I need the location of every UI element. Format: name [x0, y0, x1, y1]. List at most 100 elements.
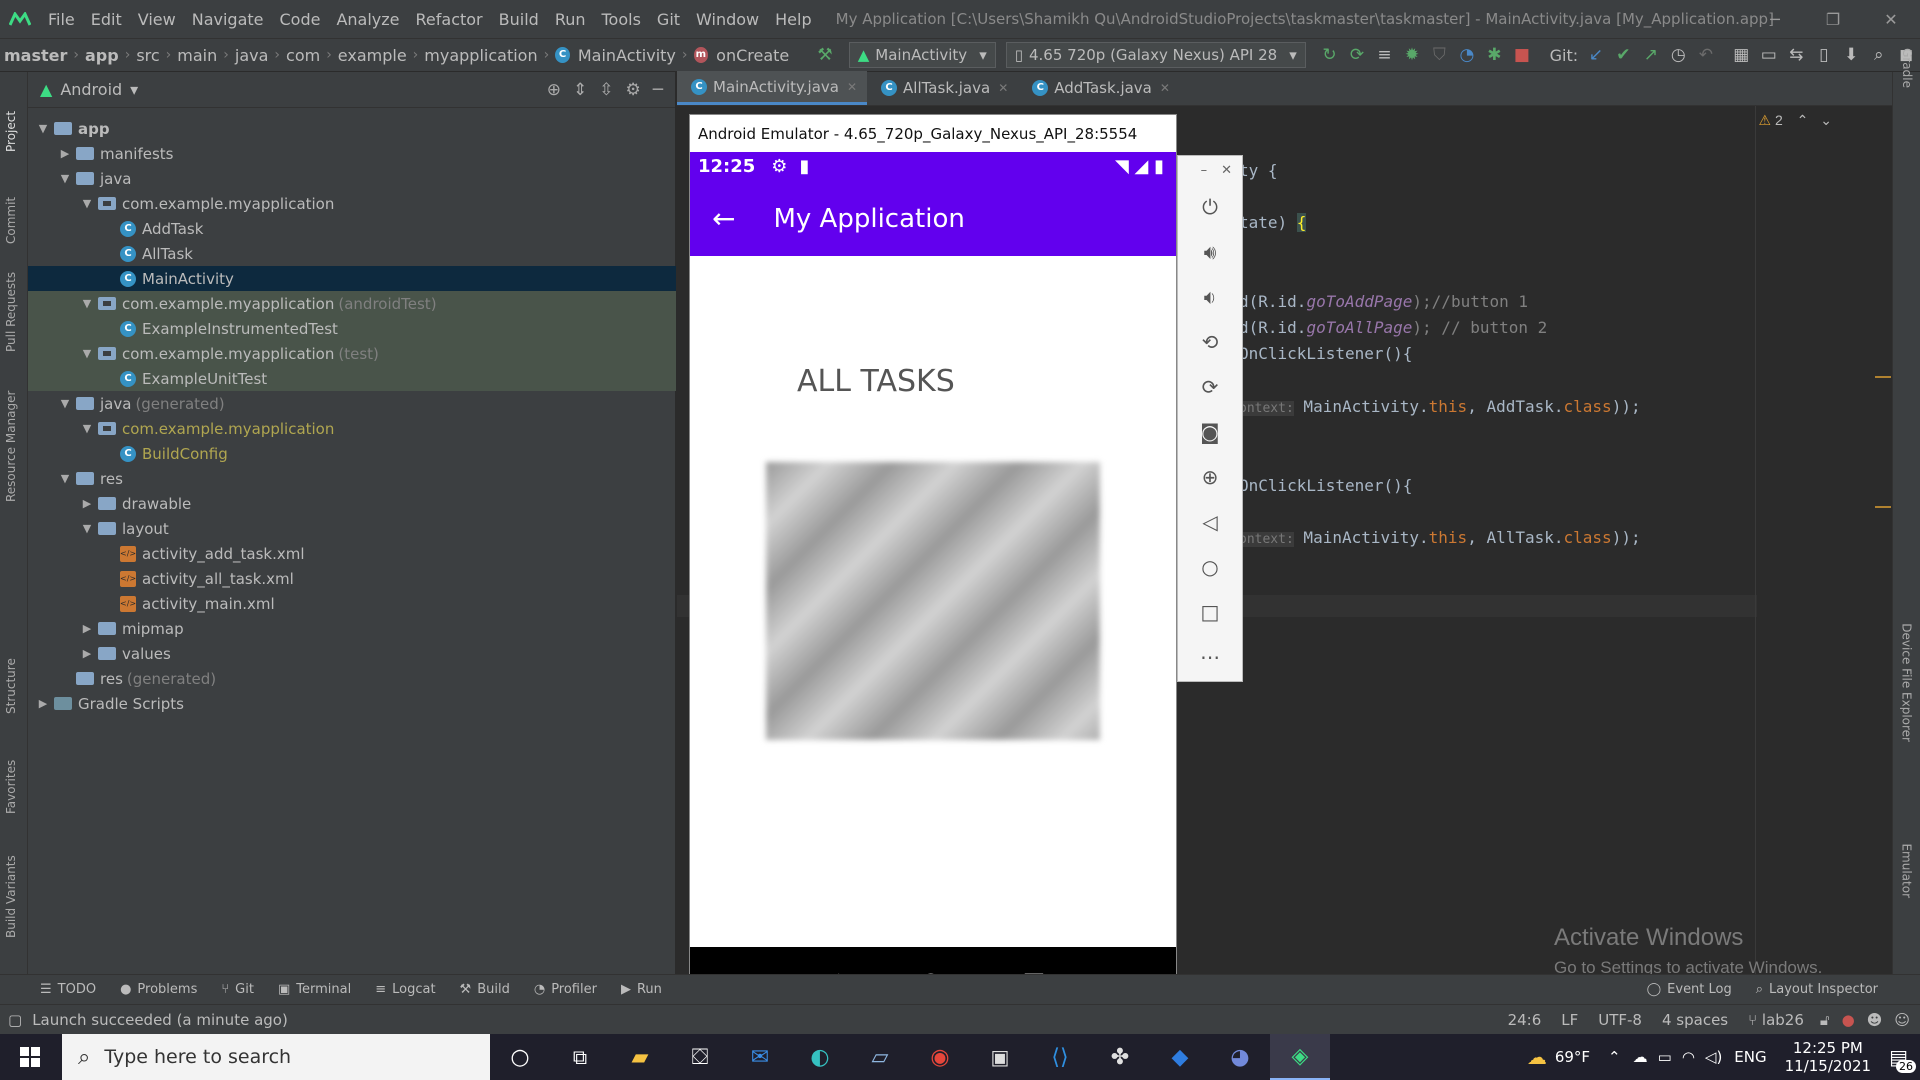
tree-item[interactable]: C ExampleInstrumentedTest — [28, 316, 676, 341]
tree-item[interactable]: ▼ com.example.myapplication (androidTest) — [28, 291, 676, 316]
debug-icon[interactable]: ✹ — [1398, 40, 1425, 70]
lock-icon[interactable]: 🔓︎ — [1814, 1011, 1836, 1029]
tree-item[interactable]: res (generated) — [28, 666, 676, 691]
breadcrumb-master[interactable]: master — [0, 46, 71, 65]
tool-event-log[interactable]: ◯ Event Log — [1635, 982, 1744, 997]
avd-manager-icon[interactable]: ▭ — [1755, 40, 1782, 70]
tree-item[interactable]: ▶ drawable — [28, 491, 676, 516]
restore-icon[interactable]: ❐ — [1804, 0, 1862, 38]
home-icon[interactable]: ○ — [1178, 544, 1242, 589]
onedrive-icon[interactable]: ☁ — [1633, 1048, 1648, 1066]
breadcrumb-main[interactable]: main — [173, 46, 221, 65]
tree-item[interactable]: ▶ values — [28, 641, 676, 666]
tree-item[interactable]: ▼ com.example.myapplication — [28, 416, 676, 441]
cortana-icon[interactable]: ○ — [490, 1034, 550, 1080]
tree-item[interactable]: C AllTask — [28, 241, 676, 266]
vscode-icon[interactable]: ⟨⟩ — [1030, 1034, 1090, 1080]
git-update-icon[interactable]: ↙ — [1582, 40, 1609, 70]
tool-device-file-explorer[interactable]: Device File Explorer — [1900, 623, 1914, 742]
discord-icon[interactable]: ◕ — [1210, 1034, 1270, 1080]
inspection-icon[interactable]: ☻ — [1861, 1011, 1889, 1029]
tool-todo[interactable]: ☰ TODO — [28, 982, 108, 997]
expand-all-icon[interactable]: ⇕ — [573, 80, 587, 100]
search-icon[interactable]: ⌕ — [1865, 40, 1892, 70]
notification-icon[interactable]: ▤ 26 — [1889, 1045, 1916, 1073]
locate-icon[interactable]: ⊕ — [547, 80, 561, 100]
breadcrumb-mainactivity[interactable]: MainActivity — [574, 46, 680, 65]
tree-item[interactable]: C BuildConfig — [28, 441, 676, 466]
hammer-icon[interactable]: ⚒ — [811, 40, 838, 70]
chevron-down-icon[interactable]: ▼ — [58, 397, 72, 410]
run-config-select[interactable]: ▲ MainActivity ▾ — [848, 42, 996, 68]
tree-item[interactable]: </> activity_main.xml — [28, 591, 676, 616]
menu-help[interactable]: Help — [767, 10, 819, 29]
menu-tools[interactable]: Tools — [594, 10, 649, 29]
notepad-icon[interactable]: ▱ — [850, 1034, 910, 1080]
zoom-icon[interactable]: ⊕ — [1178, 454, 1242, 499]
tree-item[interactable]: ▼ java (generated) — [28, 391, 676, 416]
tree-item[interactable]: ▼ app — [28, 116, 676, 141]
breadcrumb-example[interactable]: example — [334, 46, 411, 65]
stop-icon[interactable]: ■ — [1508, 40, 1535, 70]
error-icon[interactable]: ● — [1836, 1011, 1861, 1029]
tool-terminal[interactable]: ▣ Terminal — [266, 982, 363, 997]
warnings-indicator[interactable]: ⚠ 2 ⌃ ⌄ — [1759, 112, 1833, 129]
apply-changes-icon[interactable]: ↻ — [1316, 40, 1343, 70]
menu-code[interactable]: Code — [272, 10, 329, 29]
tree-item[interactable]: ▶ Gradle Scripts — [28, 691, 676, 716]
word-icon[interactable]: ◆ — [1150, 1034, 1210, 1080]
breadcrumb-src[interactable]: src — [132, 46, 163, 65]
caret-position[interactable]: 24:6 — [1498, 1011, 1552, 1029]
weather-icon[interactable]: ☁ — [1527, 1045, 1547, 1069]
tool-problems[interactable]: ● Problems — [108, 982, 209, 997]
profile-icon[interactable]: ◔ — [1453, 40, 1480, 70]
tree-item[interactable]: ▼ layout — [28, 516, 676, 541]
back-arrow-icon[interactable]: ← — [712, 202, 735, 235]
file-encoding[interactable]: UTF-8 — [1588, 1011, 1652, 1029]
breadcrumb-java[interactable]: java — [231, 46, 273, 65]
status-toggle-icon[interactable]: ▢ — [8, 1011, 22, 1029]
tool-commit[interactable]: Commit — [4, 197, 18, 244]
file-explorer-icon[interactable]: ▰ — [610, 1034, 670, 1080]
chevron-right-icon[interactable]: ▶ — [80, 622, 94, 635]
hide-icon[interactable]: ─ — [653, 80, 663, 100]
menu-window[interactable]: Window — [688, 10, 767, 29]
chevron-right-icon[interactable]: ▶ — [58, 147, 72, 160]
chevron-down-icon[interactable]: ▼ — [80, 422, 94, 435]
coverage-icon[interactable]: ⛉ — [1426, 40, 1453, 70]
chevron-down-icon[interactable]: ▾ — [130, 80, 138, 99]
tab-alltask[interactable]: C AllTask.java ✕ — [867, 71, 1018, 105]
menu-analyze[interactable]: Analyze — [328, 10, 407, 29]
tool-gradle[interactable]: Gradle — [1900, 48, 1914, 88]
rotate-left-icon[interactable]: ⟲ — [1178, 319, 1242, 364]
tool-emulator[interactable]: Emulator — [1900, 843, 1914, 898]
task-view-icon[interactable]: ⧉ — [550, 1034, 610, 1080]
feedback-icon[interactable]: ☺ — [1888, 1011, 1920, 1029]
tool-run[interactable]: ▶ Run — [609, 982, 674, 997]
tool-git[interactable]: ⑂ Git — [209, 982, 266, 997]
chevron-up-icon[interactable]: ⌃ — [1797, 112, 1809, 128]
tree-item[interactable]: </> activity_add_task.xml — [28, 541, 676, 566]
gear-icon[interactable]: ⚙ — [626, 80, 641, 100]
close-tab-icon[interactable]: ✕ — [1160, 81, 1170, 95]
indent-setting[interactable]: 4 spaces — [1652, 1011, 1738, 1029]
sync-icon[interactable]: ≡ — [1371, 40, 1398, 70]
chevron-down-icon[interactable]: ▼ — [36, 122, 50, 135]
tab-mainactivity[interactable]: C MainActivity.java ✕ — [677, 71, 868, 105]
project-structure-icon[interactable]: ▦ — [1728, 40, 1755, 70]
emulator-close-icon[interactable]: ✕ — [1221, 163, 1232, 178]
apply-code-changes-icon[interactable]: ⟳ — [1343, 40, 1370, 70]
line-separator[interactable]: LF — [1551, 1011, 1588, 1029]
chevron-down-icon[interactable]: ⌄ — [1820, 112, 1832, 128]
close-icon[interactable]: ✕ — [1862, 0, 1920, 38]
tree-item[interactable]: </> activity_all_task.xml — [28, 566, 676, 591]
git-branch[interactable]: ⑂ lab26 — [1738, 1011, 1814, 1029]
rollback-icon[interactable]: ↶ — [1692, 40, 1719, 70]
menu-build[interactable]: Build — [491, 10, 547, 29]
device-select[interactable]: ▯ 4.65 720p (Galaxy Nexus) API 28 ▾ — [1005, 42, 1306, 68]
terminal-icon[interactable]: ▣ — [970, 1034, 1030, 1080]
windows-start-icon[interactable] — [0, 1034, 60, 1080]
tool-profiler[interactable]: ◔ Profiler — [522, 982, 609, 997]
volume-down-icon[interactable]: 🔉︎ — [1178, 274, 1242, 319]
volume-icon[interactable]: ◁) — [1705, 1048, 1722, 1066]
